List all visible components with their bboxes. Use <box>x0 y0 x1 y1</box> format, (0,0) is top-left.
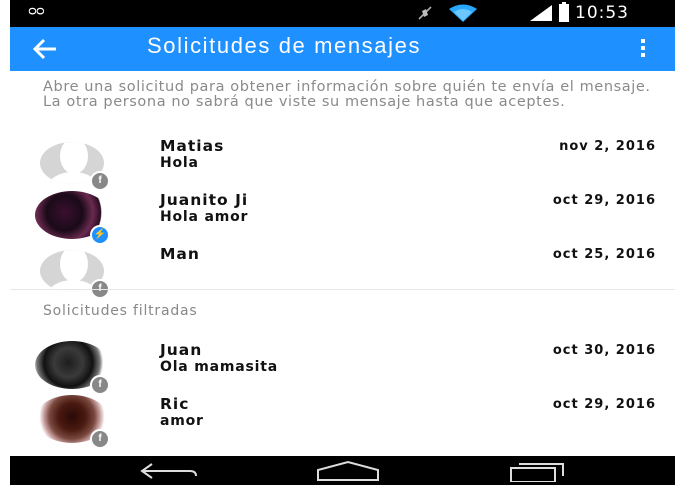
avatar: f <box>35 395 110 449</box>
wifi-icon <box>449 4 477 22</box>
nav-recents-icon[interactable] <box>507 460 567 482</box>
nav-back-icon[interactable] <box>138 460 200 482</box>
vibrate-off-icon <box>418 6 432 20</box>
arrow-back-icon[interactable] <box>32 37 58 61</box>
page-title: Solicitudes de mensajes <box>147 33 422 58</box>
facebook-icon: f <box>90 171 110 191</box>
section-header: Solicitudes filtradas <box>43 303 198 319</box>
status-bar: ᴑᴑ 10:53 <box>10 0 675 27</box>
battery-icon <box>559 2 569 22</box>
message-preview: Ola mamasita <box>160 359 278 375</box>
divider <box>10 289 675 290</box>
message-date: nov 2, 2016 <box>559 139 656 154</box>
facebook-icon: f <box>90 429 110 449</box>
message-date: oct 29, 2016 <box>552 397 656 412</box>
nav-home-icon[interactable] <box>312 460 384 482</box>
request-row[interactable]: f Matias Hola nov 2, 2016 <box>10 137 675 191</box>
info-text: Abre una solicitud para obtener informac… <box>43 79 651 110</box>
navigation-bar <box>10 456 675 485</box>
avatar: f <box>35 341 110 395</box>
signal-icon <box>530 5 552 21</box>
message-preview: amor <box>160 413 204 429</box>
request-row[interactable]: ⚡ Juanito Ji Hola amor oct 29, 2016 <box>10 191 675 245</box>
sender-name: Juanito Ji <box>160 191 249 209</box>
message-date: oct 29, 2016 <box>552 193 656 208</box>
messenger-icon: ⚡ <box>90 225 110 245</box>
app-bar: Solicitudes de mensajes <box>10 27 675 71</box>
message-date: oct 25, 2016 <box>552 247 656 262</box>
voicemail-icon: ᴑᴑ <box>28 4 45 19</box>
filtered-request-row[interactable]: f Juan Ola mamasita oct 30, 2016 <box>10 341 675 395</box>
filtered-request-row[interactable]: f Ric amor oct 29, 2016 <box>10 395 675 449</box>
message-preview: Hola amor <box>160 209 249 225</box>
avatar: f <box>40 137 110 191</box>
facebook-icon: f <box>90 375 110 395</box>
sender-name: Juan <box>160 341 203 359</box>
sender-name: Matias <box>160 137 225 155</box>
avatar: ⚡ <box>35 191 110 245</box>
sender-name: Man <box>160 245 200 263</box>
message-preview: Hola <box>160 155 199 171</box>
sender-name: Ric <box>160 395 190 413</box>
status-time: 10:53 <box>575 3 629 23</box>
message-date: oct 30, 2016 <box>552 343 656 358</box>
request-row[interactable]: f Man oct 25, 2016 <box>10 245 675 299</box>
more-vert-icon[interactable] <box>638 39 648 61</box>
